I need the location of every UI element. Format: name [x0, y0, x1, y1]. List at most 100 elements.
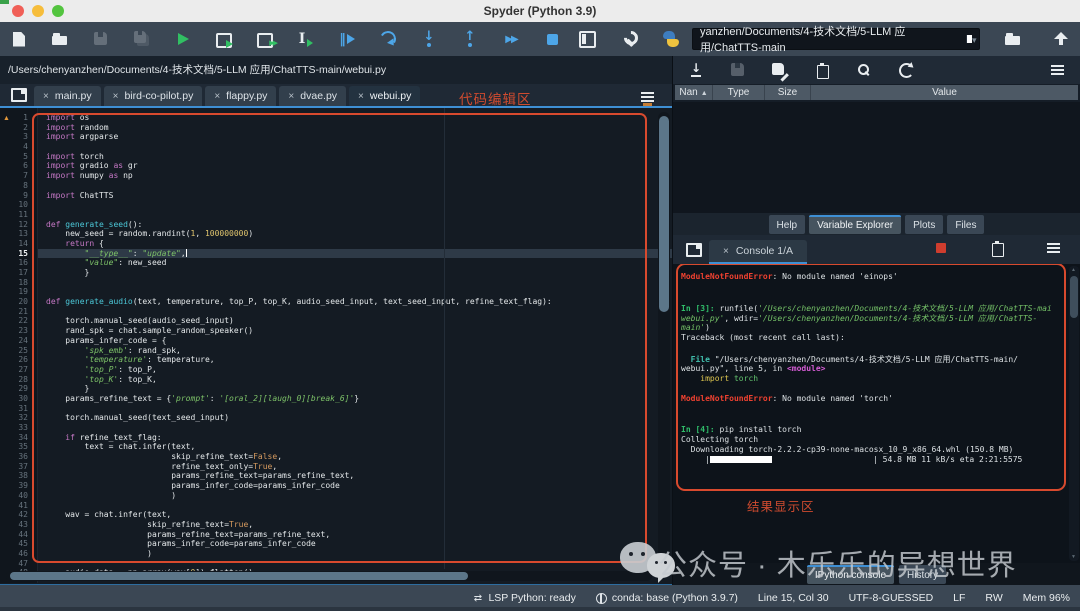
column-header-nan[interactable]: Nan▲: [675, 85, 713, 100]
run-selection-icon[interactable]: [297, 30, 315, 48]
run-file-icon[interactable]: [174, 30, 192, 48]
status-lsp[interactable]: LSP Python: ready: [472, 592, 575, 604]
close-tab-icon[interactable]: ×: [288, 91, 294, 102]
code-line[interactable]: wav = chat.infer(text,: [38, 510, 672, 520]
code-line[interactable]: import ChatTTS: [38, 191, 672, 201]
code-line[interactable]: }: [38, 384, 672, 394]
scrollbar-thumb[interactable]: [1070, 276, 1078, 318]
editor-tab-webui.py[interactable]: ×webui.py: [349, 86, 420, 106]
editor-tab-flappy.py[interactable]: ×flappy.py: [205, 86, 276, 106]
code-line[interactable]: import gradio as gr: [38, 161, 672, 171]
status-conda[interactable]: conda: base (Python 3.9.7): [596, 592, 738, 604]
close-tab-icon[interactable]: ×: [214, 91, 220, 102]
code-line[interactable]: torch.manual_seed(text_seed_input): [38, 413, 672, 423]
editor-vertical-scrollbar[interactable]: [658, 112, 670, 567]
stop-debug-icon[interactable]: [543, 30, 561, 48]
status-rw[interactable]: RW: [985, 592, 1002, 604]
column-header-type[interactable]: Type: [713, 85, 765, 100]
status-lf[interactable]: LF: [953, 592, 965, 604]
copy-data-icon[interactable]: [813, 61, 831, 79]
close-window-button[interactable]: [12, 5, 24, 17]
status-line[interactable]: Line 15, Col 30: [758, 592, 829, 604]
code-line[interactable]: 'temperature': temperature,: [38, 355, 672, 365]
code-line[interactable]: [38, 278, 672, 288]
code-line[interactable]: params_refine_text=params_refine_text,: [38, 471, 672, 481]
parent-directory-icon[interactable]: [1052, 30, 1070, 48]
maximize-pane-icon[interactable]: [578, 30, 596, 48]
code-line[interactable]: }: [38, 268, 672, 278]
code-line[interactable]: ): [38, 491, 672, 501]
code-line[interactable]: import torch: [38, 152, 672, 162]
code-line[interactable]: params_infer_code = {: [38, 336, 672, 346]
working-directory-selector[interactable]: yanzhen/Documents/4-技术文档/5-LLM 应用/ChatTT…: [692, 28, 980, 50]
run-cell-advance-icon[interactable]: [256, 30, 274, 48]
step-over-icon[interactable]: [379, 30, 397, 48]
step-return-icon[interactable]: [461, 30, 479, 48]
step-into-icon[interactable]: [420, 30, 438, 48]
console-pane[interactable]: ModuleNotFoundError: No module named 'ei…: [673, 264, 1080, 563]
code-line[interactable]: [38, 559, 672, 569]
status-mem[interactable]: Mem 96%: [1023, 592, 1070, 604]
column-header-value[interactable]: Value: [811, 85, 1078, 100]
editor-tab-dvae.py[interactable]: ×dvae.py: [279, 86, 346, 106]
code-line[interactable]: "__type__": "update",: [38, 249, 672, 259]
copy-console-icon[interactable]: [988, 239, 1006, 257]
code-line[interactable]: return {: [38, 239, 672, 249]
editor-horizontal-scrollbar[interactable]: [6, 571, 652, 581]
tab-help[interactable]: Help: [769, 215, 806, 234]
code-line[interactable]: 'top_K': top_K,: [38, 375, 672, 385]
close-tab-icon[interactable]: ×: [358, 91, 364, 102]
close-tab-icon[interactable]: ×: [43, 91, 49, 102]
code-line[interactable]: skip_refine_text=False,: [38, 452, 672, 462]
editor-tab-bird-co-pilot.py[interactable]: ×bird-co-pilot.py: [104, 86, 203, 106]
console-tab[interactable]: × Console 1/A: [709, 240, 807, 264]
close-tab-icon[interactable]: ×: [723, 246, 729, 257]
tab-history[interactable]: History: [899, 565, 946, 584]
tab-plots[interactable]: Plots: [905, 215, 943, 234]
code-line[interactable]: params_infer_code=params_infer_code: [38, 539, 672, 549]
open-file-icon[interactable]: [51, 30, 69, 48]
status-utf-8-guessed[interactable]: UTF-8-GUESSED: [849, 592, 934, 604]
browse-tabs-icon[interactable]: [685, 241, 703, 259]
code-line[interactable]: import os: [38, 113, 672, 123]
code-line[interactable]: [38, 501, 672, 511]
close-tab-icon[interactable]: ×: [113, 91, 119, 102]
code-line[interactable]: "value": new_seed: [38, 258, 672, 268]
scrollbar-thumb[interactable]: [659, 116, 669, 312]
column-header-size[interactable]: Size: [765, 85, 811, 100]
python-interpreter-icon[interactable]: [662, 30, 680, 48]
code-line[interactable]: if refine_text_flag:: [38, 433, 672, 443]
preferences-icon[interactable]: [620, 30, 638, 48]
browse-tabs-icon[interactable]: [10, 86, 28, 104]
code-line[interactable]: import numpy as np: [38, 171, 672, 181]
code-line[interactable]: 'top_P': top_P,: [38, 365, 672, 375]
interrupt-kernel-icon[interactable]: [932, 239, 950, 257]
code-line[interactable]: text = chat.infer(text,: [38, 442, 672, 452]
console-scrollbar[interactable]: [1069, 266, 1079, 561]
new-file-icon[interactable]: [10, 30, 28, 48]
search-icon[interactable]: [855, 61, 873, 79]
tab-variable-explorer[interactable]: Variable Explorer: [809, 215, 901, 234]
code-line[interactable]: params_refine_text = {'prompt': '[oral_2…: [38, 394, 672, 404]
code-line[interactable]: refine_text_only=True,: [38, 462, 672, 472]
refresh-icon[interactable]: [897, 61, 915, 79]
code-line[interactable]: new_seed = random.randint(1, 100000000): [38, 229, 672, 239]
editor-code-lines[interactable]: import osimport randomimport argparse imp…: [38, 108, 672, 583]
chevron-down-icon[interactable]: ▾: [966, 35, 972, 43]
code-line[interactable]: def generate_audio(text, temperature, to…: [38, 297, 672, 307]
code-editor[interactable]: 1234567891011121314151617181920212223242…: [0, 108, 672, 583]
editor-tab-main.py[interactable]: ×main.py: [34, 86, 101, 106]
save-data-as-icon[interactable]: [771, 61, 789, 79]
minimize-window-button[interactable]: [32, 5, 44, 17]
code-line[interactable]: import argparse: [38, 132, 672, 142]
code-line[interactable]: torch.manual_seed(audio_seed_input): [38, 316, 672, 326]
code-line[interactable]: [38, 210, 672, 220]
run-cell-icon[interactable]: [215, 30, 233, 48]
code-line[interactable]: [38, 307, 672, 317]
code-line[interactable]: import random: [38, 123, 672, 133]
code-line[interactable]: [38, 181, 672, 191]
code-line[interactable]: [38, 142, 672, 152]
code-line[interactable]: [38, 200, 672, 210]
code-line[interactable]: [38, 404, 672, 414]
code-line[interactable]: ): [38, 549, 672, 559]
